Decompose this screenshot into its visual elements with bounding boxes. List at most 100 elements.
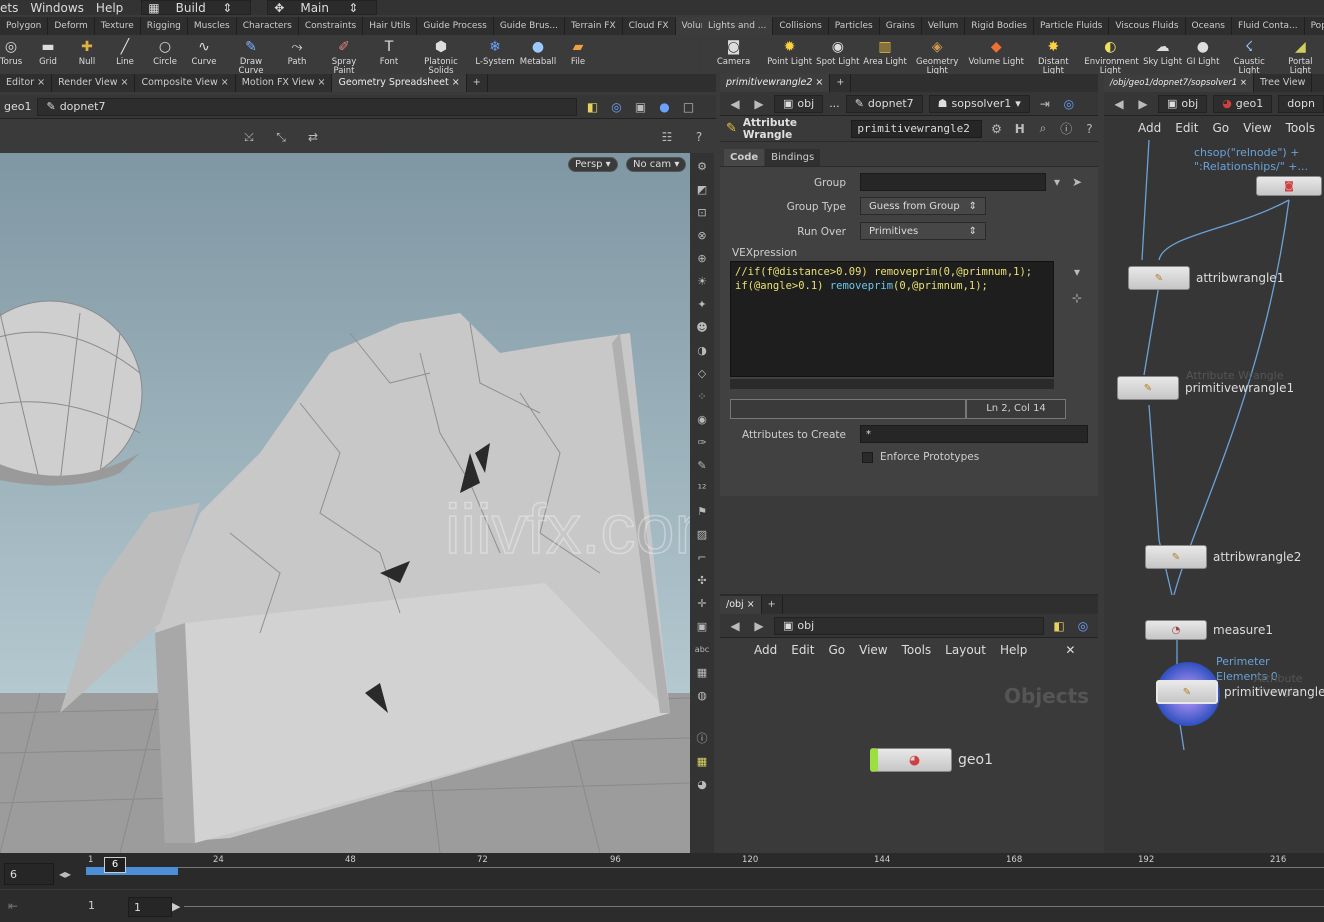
tool-font[interactable]: T Font — [368, 36, 410, 67]
shelf-tab[interactable]: Guide Process — [417, 17, 494, 35]
tool-spray-paint[interactable]: ✐ Spray Paint — [320, 36, 368, 76]
tool-spot-light[interactable]: ◉ Spot Light — [814, 36, 861, 67]
tool-file[interactable]: ▰ File — [558, 36, 598, 67]
tool-platonic-solids[interactable]: ⬢ Platonic Solids — [410, 36, 472, 76]
shading-icon[interactable]: ◑ — [694, 341, 710, 359]
viewport[interactable]: iiivfx.com Persp ▾ No cam ▾ — [0, 153, 690, 853]
shelf-tab[interactable]: Grains — [880, 17, 922, 35]
pin-icon[interactable]: ◧ — [583, 98, 601, 116]
tool-path[interactable]: ⤳ Path — [274, 36, 320, 67]
text-icon[interactable]: abc — [694, 640, 710, 658]
frame-field[interactable]: 6 — [4, 863, 54, 885]
menu-item-windows[interactable]: Windows — [30, 1, 84, 15]
help-icon[interactable]: ? — [690, 128, 708, 146]
shelf-tab[interactable]: Cloud FX — [623, 17, 676, 35]
tool-portal-light[interactable]: ◢ Portal Light — [1277, 36, 1324, 76]
shelf-tab[interactable]: Particles — [829, 17, 880, 35]
points-icon[interactable]: ⁘ — [694, 387, 710, 405]
tool-area-light[interactable]: ▥ Area Light — [861, 36, 908, 67]
help-icon[interactable]: ? — [1081, 120, 1098, 138]
pin-icon[interactable]: ◧ — [1050, 617, 1068, 635]
paint-icon[interactable]: ⚑ — [694, 502, 710, 520]
tab-motion-fx-view[interactable]: Motion FX View × — [236, 74, 333, 92]
node-attribwrangle2[interactable]: ✎ attribwrangle2 — [1145, 545, 1301, 569]
marker-icon[interactable]: ◍ — [694, 686, 710, 704]
link-icon[interactable]: ◎ — [1060, 95, 1078, 113]
add-tab-icon[interactable]: + — [467, 74, 488, 92]
close-icon[interactable]: ⊗ — [694, 226, 710, 244]
tool-distant-light[interactable]: ✸ Distant Light — [1027, 36, 1080, 76]
shelf-tab[interactable]: Constraints — [299, 17, 364, 35]
range-slider-track[interactable] — [184, 906, 1324, 907]
user-icon[interactable]: ☻ — [694, 318, 710, 336]
houdini-icon[interactable]: H — [1011, 120, 1028, 138]
context-dropdown[interactable]: ✥ Main ⇕ — [267, 0, 378, 15]
menu-item-help[interactable]: Help — [96, 1, 123, 15]
menu-edit[interactable]: Edit — [791, 643, 814, 657]
shelf-tab[interactable]: Populate Co... — [1305, 17, 1324, 35]
vex-code-editor[interactable]: //if(f@distance>0.09) removeprim(0,@prim… — [730, 261, 1054, 377]
stop-icon[interactable]: ▣ — [694, 617, 710, 635]
swap-icon[interactable]: ⇄ — [304, 128, 322, 146]
shelf-tab[interactable]: Particle Fluids — [1034, 17, 1110, 35]
shelf-tab[interactable]: Polygon — [0, 17, 49, 35]
link-icon[interactable]: ◎ — [1074, 617, 1092, 635]
camera-button[interactable]: No cam ▾ — [626, 157, 687, 172]
menu-view[interactable]: View — [1243, 121, 1271, 135]
shelf-tab[interactable]: Guide Brus... — [494, 17, 565, 35]
shelf-tab[interactable]: Deform — [48, 17, 95, 35]
pick-icon[interactable]: ✎ — [694, 456, 710, 474]
timeline-track[interactable] — [86, 867, 1324, 868]
back-icon[interactable]: ◀ — [726, 617, 744, 635]
shelf-tab[interactable]: Terrain FX — [565, 17, 623, 35]
path-sopsolver1[interactable]: ☗ sopsolver1 ▾ — [928, 94, 1030, 113]
menu-go[interactable]: Go — [828, 643, 845, 657]
node-name-field[interactable]: primitivewrangle2 — [851, 119, 982, 138]
group-menu-icon[interactable]: ▾ — [1048, 173, 1066, 191]
tool-camera[interactable]: ◙ Camera — [702, 36, 765, 67]
object-merge-node[interactable]: ◙ — [1256, 176, 1322, 196]
menu-edit[interactable]: Edit — [1175, 121, 1198, 135]
eye-icon[interactable]: ◕ — [694, 775, 710, 793]
handle-icon[interactable]: ⤡ — [272, 128, 290, 146]
square-icon[interactable]: □ — [679, 98, 697, 116]
scatter-icon[interactable]: ✣ — [694, 571, 710, 589]
step-icon[interactable]: ◂▸ — [56, 865, 74, 883]
light-icon[interactable]: ☀ — [694, 272, 710, 290]
tool-sky-light[interactable]: ☁ Sky Light — [1141, 36, 1184, 67]
group-type-select[interactable]: Guess from Group ⇕ — [860, 197, 986, 215]
tab-render-view[interactable]: Render View × — [52, 74, 136, 92]
wrench-icon[interactable]: ✕ — [1065, 643, 1075, 657]
tool-line[interactable]: ╱ Line — [100, 36, 150, 67]
current-frame-marker[interactable]: 6 — [104, 857, 126, 873]
image-icon[interactable]: ▦ — [694, 663, 710, 681]
path-obj[interactable]: ▣ obj — [774, 616, 1044, 635]
fill-icon[interactable]: ▨ — [694, 525, 710, 543]
numbers-icon[interactable]: ¹² — [694, 479, 710, 497]
tool-torus[interactable]: ◎ Torus — [0, 36, 22, 67]
layout-icon[interactable]: ▦ — [694, 752, 710, 770]
options-icon[interactable]: ☷ — [658, 128, 676, 146]
axis-icon[interactable]: ✛ — [694, 594, 710, 612]
node-primitivewrangle2[interactable]: ✎ primitivewrangle — [1156, 680, 1324, 704]
shelf-tab[interactable]: Rigging — [141, 17, 188, 35]
corner-icon[interactable]: ⌐ — [694, 548, 710, 566]
menu-tools[interactable]: Tools — [902, 643, 932, 657]
enforce-checkbox[interactable] — [862, 452, 873, 463]
path-obj[interactable]: ▣ obj — [1158, 94, 1208, 113]
shelf-tab[interactable]: Viscous Fluids — [1109, 17, 1186, 35]
node-attribwrangle1[interactable]: ✎ attribwrangle1 — [1128, 266, 1284, 290]
pin-icon[interactable]: ⇥ — [1036, 95, 1054, 113]
path-obj[interactable]: ▣ obj — [774, 94, 824, 113]
tool-point-light[interactable]: ✹ Point Light — [765, 36, 814, 67]
tool-caustic-light[interactable]: ☇ Caustic Light — [1222, 36, 1277, 76]
bulb-icon[interactable]: ✦ — [694, 295, 710, 313]
forward-icon[interactable]: ▶ — [750, 95, 768, 113]
tab-geometry-spreadsheet[interactable]: Geometry Spreadsheet × — [332, 74, 467, 92]
tab-obj[interactable]: /obj × — [720, 596, 762, 614]
zoom-icon[interactable]: ⊕ — [694, 249, 710, 267]
shelf-tab[interactable]: Characters — [237, 17, 299, 35]
tool-circle[interactable]: ○ Circle — [150, 36, 180, 67]
code-scrollbar[interactable] — [730, 379, 1054, 389]
path-dopnet[interactable]: dopn — [1278, 94, 1324, 113]
